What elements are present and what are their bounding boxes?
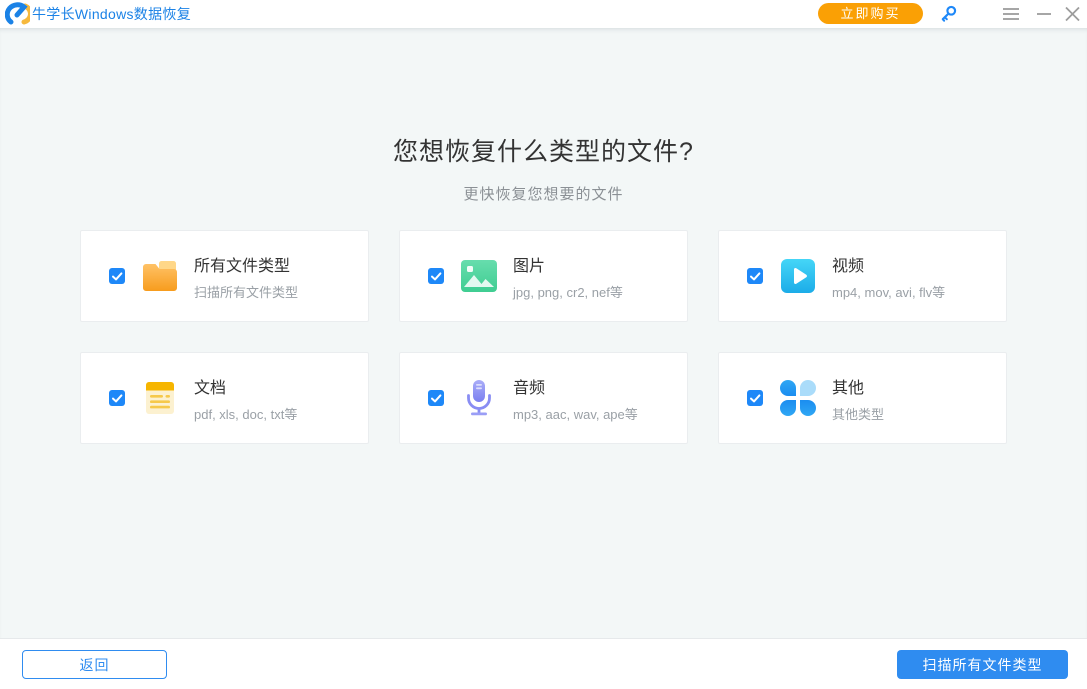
picture-icon [459,256,499,296]
video-play-icon [778,256,818,296]
card-subtitle: 扫描所有文件类型 [194,282,298,301]
license-key-icon[interactable] [938,4,958,24]
page-title: 您想恢复什么类型的文件? [0,132,1087,168]
close-icon[interactable] [1062,4,1082,24]
card-text: 音频 mp3, aac, wav, ape等 [513,374,638,423]
card-subtitle: jpg, png, cr2, nef等 [513,282,623,301]
minimize-icon[interactable] [1034,4,1054,24]
back-button[interactable]: 返回 [22,650,167,679]
scan-all-file-types-button[interactable]: 扫描所有文件类型 [897,650,1068,679]
checked-checkbox[interactable] [109,268,125,284]
app-window: 牛学长Windows数据恢复 立即购买 [0,0,1087,689]
card-title: 其他 [832,374,884,398]
clover-icon [778,378,818,418]
card-all-file-types[interactable]: 所有文件类型 扫描所有文件类型 [80,230,369,322]
card-subtitle: 其他类型 [832,404,884,423]
checked-checkbox[interactable] [747,268,763,284]
card-title: 音频 [513,374,638,398]
card-subtitle: mp3, aac, wav, ape等 [513,404,638,423]
footer-bar: 返回 扫描所有文件类型 [0,638,1087,689]
buy-now-button[interactable]: 立即购买 [818,3,923,24]
microphone-icon [459,378,499,418]
card-documents[interactable]: 文档 pdf, xls, doc, txt等 [80,352,369,444]
card-text: 图片 jpg, png, cr2, nef等 [513,252,623,301]
title-bar: 牛学长Windows数据恢复 立即购买 [0,0,1087,28]
document-icon [140,378,180,418]
card-title: 文档 [194,374,297,398]
app-title: 牛学长Windows数据恢复 [32,0,191,28]
card-text: 所有文件类型 扫描所有文件类型 [194,252,298,301]
folder-icon [140,256,180,296]
checked-checkbox[interactable] [109,390,125,406]
card-audio[interactable]: 音频 mp3, aac, wav, ape等 [399,352,688,444]
checked-checkbox[interactable] [747,390,763,406]
card-title: 图片 [513,252,623,276]
card-subtitle: pdf, xls, doc, txt等 [194,404,297,423]
checked-checkbox[interactable] [428,268,444,284]
main-content: 您想恢复什么类型的文件? 更快恢复您想要的文件 [0,28,1087,638]
card-pictures[interactable]: 图片 jpg, png, cr2, nef等 [399,230,688,322]
card-text: 其他 其他类型 [832,374,884,423]
card-other[interactable]: 其他 其他类型 [718,352,1007,444]
card-text: 文档 pdf, xls, doc, txt等 [194,374,297,423]
app-logo-icon [5,2,30,26]
card-title: 所有文件类型 [194,252,298,276]
card-text: 视频 mp4, mov, avi, flv等 [832,252,945,301]
file-type-grid: 所有文件类型 扫描所有文件类型 [80,230,1007,444]
card-title: 视频 [832,252,945,276]
page-subtitle: 更快恢复您想要的文件 [0,183,1087,204]
hamburger-menu-icon[interactable] [1001,4,1021,24]
checked-checkbox[interactable] [428,390,444,406]
card-videos[interactable]: 视频 mp4, mov, avi, flv等 [718,230,1007,322]
card-subtitle: mp4, mov, avi, flv等 [832,282,945,301]
